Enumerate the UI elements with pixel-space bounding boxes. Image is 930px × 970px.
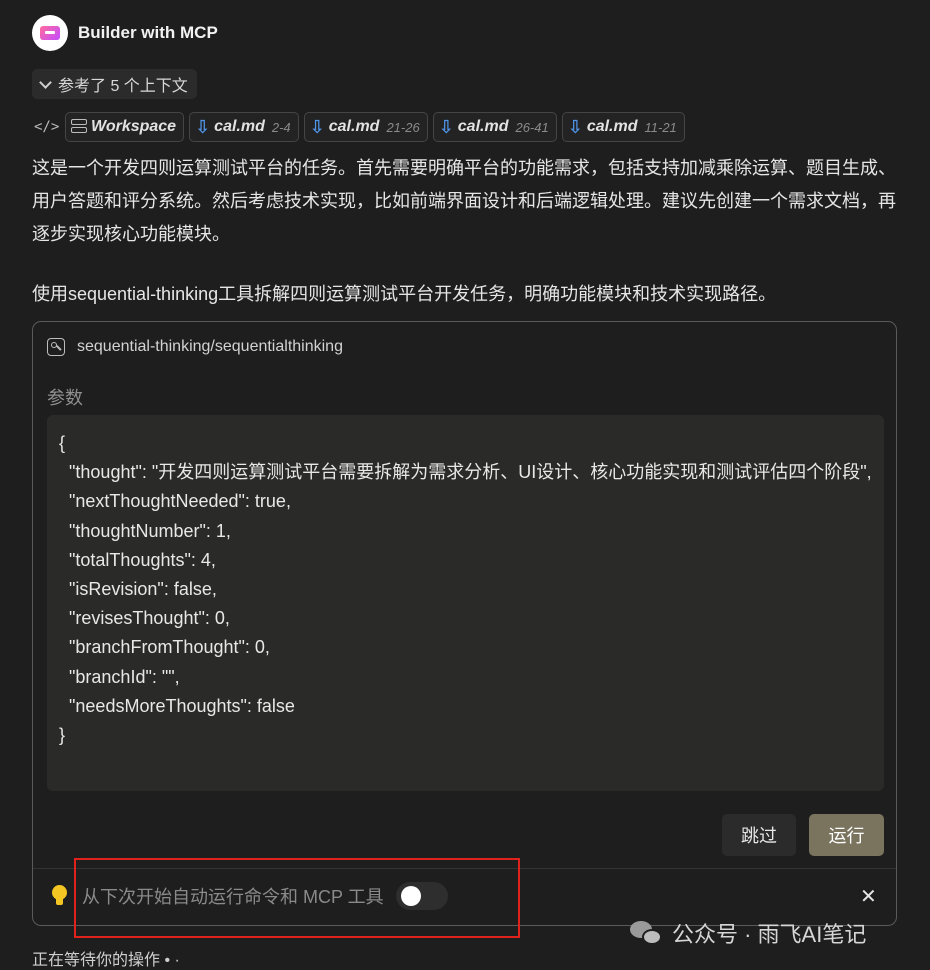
reference-name: Workspace [91,118,177,135]
builder-avatar-icon [32,15,68,51]
chevron-down-icon [39,75,52,89]
close-icon[interactable]: ✕ [860,887,877,907]
context-expand-button[interactable]: 参考了 5 个上下文 [32,69,197,99]
code-line: "branchFromThought": 0, [59,637,270,658]
reference-range: 26-41 [515,119,549,135]
reference-chip-file[interactable]: ⇩ cal.md 11-21 [561,112,685,142]
code-icon: </> [34,119,60,135]
code-line: "needsMoreThoughts": false [59,695,295,716]
download-icon: ⇩ [567,117,583,137]
reference-range: 21-26 [386,119,420,135]
reference-name: cal.md [328,118,380,135]
context-label: 参考了 5 个上下文 [58,78,188,95]
code-line: "thought": "开发四则运算测试平台需要拆解为需求分析、UI设计、核心功… [59,462,872,483]
reference-name: cal.md [586,118,638,135]
params-code-block: { "thought": "开发四则运算测试平台需要拆解为需求分析、UI设计、核… [47,415,884,791]
code-line: "thoughtNumber": 1, [59,520,231,541]
reference-list: </> Workspace ⇩ cal.md 2-4 ⇩ cal.md 21-2… [34,112,685,142]
workspace-icon [71,119,87,135]
wechat-icon [630,919,664,947]
lightbulb-icon [51,885,68,907]
reference-range: 2-4 [271,119,291,135]
code-line: "revisesThought": 0, [59,608,230,629]
reference-chip-file[interactable]: ⇩ cal.md 2-4 [189,112,299,142]
reference-name: cal.md [457,118,509,135]
download-icon: ⇩ [309,117,325,137]
watermark-text: 公众号 · 雨飞AI笔记 [672,922,867,947]
message-paragraph: 这是一个开发四则运算测试平台的任务。首先需要明确平台的功能需求，包括支持加减乘除… [32,158,896,244]
agent-title: Builder with MCP [78,23,218,42]
tool-name: sequential-thinking/sequentialthinking [77,338,343,355]
code-line: "totalThoughts": 4, [59,549,216,570]
code-line: "nextThoughtNeeded": true, [59,491,291,512]
download-icon: ⇩ [195,117,211,137]
skip-button[interactable]: 跳过 [722,814,796,856]
chat-header: Builder with MCP [32,15,218,51]
tool-call-header: sequential-thinking/sequentialthinking [47,338,343,356]
code-line: "branchId": "", [59,666,180,687]
tool-icon [47,338,65,356]
code-line: { [59,433,66,453]
reference-chip-workspace[interactable]: Workspace [65,112,185,142]
watermark: 公众号 · 雨飞AI笔记 [630,917,866,949]
highlight-annotation-box [74,858,520,938]
code-line: "isRevision": false, [59,579,217,600]
download-icon: ⇩ [438,117,454,137]
run-button[interactable]: 运行 [809,814,884,856]
reference-range: 11-21 [644,119,677,135]
code-line: } [59,725,66,746]
tool-call-card: sequential-thinking/sequentialthinking 参… [32,321,897,926]
message-paragraph: 使用sequential-thinking工具拆解四则运算测试平台开发任务，明确… [32,284,777,304]
waiting-status: 正在等待你的操作 • · [32,952,180,969]
params-label: 参数 [47,388,83,408]
reference-chip-file[interactable]: ⇩ cal.md 26-41 [432,112,557,142]
reference-name: cal.md [214,118,265,135]
reference-chip-file[interactable]: ⇩ cal.md 21-26 [303,112,428,142]
